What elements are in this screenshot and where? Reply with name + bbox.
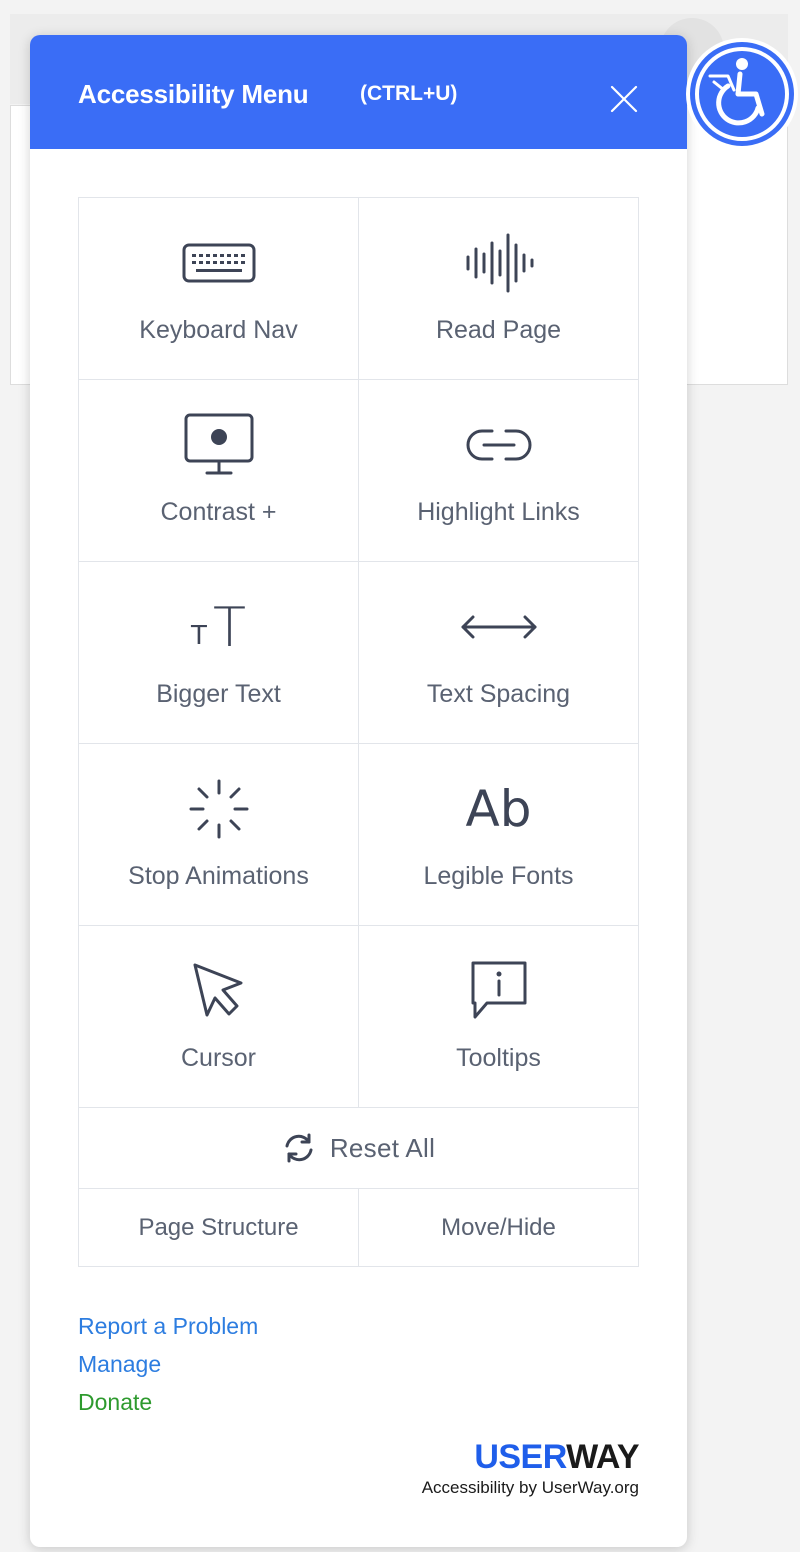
cursor-button[interactable]: Cursor (79, 926, 358, 1107)
manage-link[interactable]: Manage (78, 1351, 161, 1378)
font-sample-glyph: Ab (465, 780, 532, 838)
bigger-text-button[interactable]: T T Bigger Text (79, 562, 358, 743)
tooltip-icon (459, 956, 539, 1026)
reset-all-button[interactable]: Reset All (79, 1108, 638, 1189)
close-button[interactable] (600, 75, 648, 123)
feature-row: Contrast + Highlight Links (79, 380, 638, 562)
userway-logo: USERWAY (422, 1440, 639, 1474)
feature-grid: Keyboard Nav Read Page Contrast + Highli… (78, 197, 639, 1267)
feature-row: Stop Animations Ab Legible Fonts (79, 744, 638, 926)
highlight-links-button[interactable]: Highlight Links (358, 380, 638, 561)
refresh-icon (285, 1133, 313, 1163)
bigger-text-label: Bigger Text (156, 680, 281, 708)
report-problem-link[interactable]: Report a Problem (78, 1313, 258, 1340)
accessibility-launcher-button[interactable] (684, 30, 800, 158)
panel-title: Accessibility Menu (78, 79, 309, 109)
highlight-links-label: Highlight Links (417, 498, 580, 526)
reset-all-label: Reset All (329, 1132, 436, 1163)
stop-animations-button[interactable]: Stop Animations (79, 744, 358, 925)
text-size-small-glyph: T (191, 621, 207, 651)
read-page-button[interactable]: Read Page (358, 198, 638, 379)
feature-row: Keyboard Nav Read Page (79, 198, 638, 380)
contrast-label: Contrast + (160, 498, 277, 526)
text-size-icon: T T (179, 592, 259, 662)
text-size-large-glyph: T (212, 595, 246, 659)
keyboard-icon (179, 228, 259, 298)
donate-link[interactable]: Donate (78, 1389, 152, 1416)
link-icon (459, 410, 539, 480)
panel-shortcut: (CTRL+U) (360, 82, 458, 105)
feature-row: Cursor Tooltips (79, 926, 638, 1108)
stop-animations-label: Stop Animations (128, 862, 309, 890)
userway-logo-way: WAY (566, 1438, 639, 1476)
contrast-button[interactable]: Contrast + (79, 380, 358, 561)
tooltips-button[interactable]: Tooltips (358, 926, 638, 1107)
panel-header: Accessibility Menu (CTRL+U) (30, 35, 687, 149)
userway-branding[interactable]: USERWAY Accessibility by UserWay.org (421, 1440, 640, 1498)
text-spacing-button[interactable]: Text Spacing (358, 562, 638, 743)
bottom-button-row: Page Structure Move/Hide (79, 1189, 638, 1266)
move-hide-button[interactable]: Move/Hide (358, 1189, 638, 1266)
legible-fonts-label: Legible Fonts (423, 862, 574, 890)
accessibility-menu-panel: Accessibility Menu (CTRL+U) Keyboard Nav… (30, 35, 687, 1547)
userway-logo-user: USER (474, 1438, 567, 1476)
close-icon (610, 85, 638, 113)
keyboard-nav-button[interactable]: Keyboard Nav (79, 198, 358, 379)
read-page-label: Read Page (435, 316, 562, 344)
feature-row: T T Bigger Text Text Spacing (79, 562, 638, 744)
monitor-icon (179, 410, 259, 480)
loader-icon (179, 774, 259, 844)
keyboard-nav-label: Keyboard Nav (139, 316, 298, 344)
arrows-horizontal-icon (459, 592, 539, 662)
soundwave-icon (459, 228, 539, 298)
tooltips-label: Tooltips (456, 1044, 541, 1072)
text-spacing-label: Text Spacing (426, 680, 571, 708)
wheelchair-icon (686, 38, 798, 150)
font-icon: Ab (459, 774, 539, 844)
legible-fonts-button[interactable]: Ab Legible Fonts (358, 744, 638, 925)
page-structure-button[interactable]: Page Structure (79, 1189, 358, 1266)
userway-tagline: Accessibility by UserWay.org (421, 1478, 639, 1497)
cursor-icon (179, 956, 259, 1026)
cursor-label: Cursor (180, 1044, 256, 1072)
